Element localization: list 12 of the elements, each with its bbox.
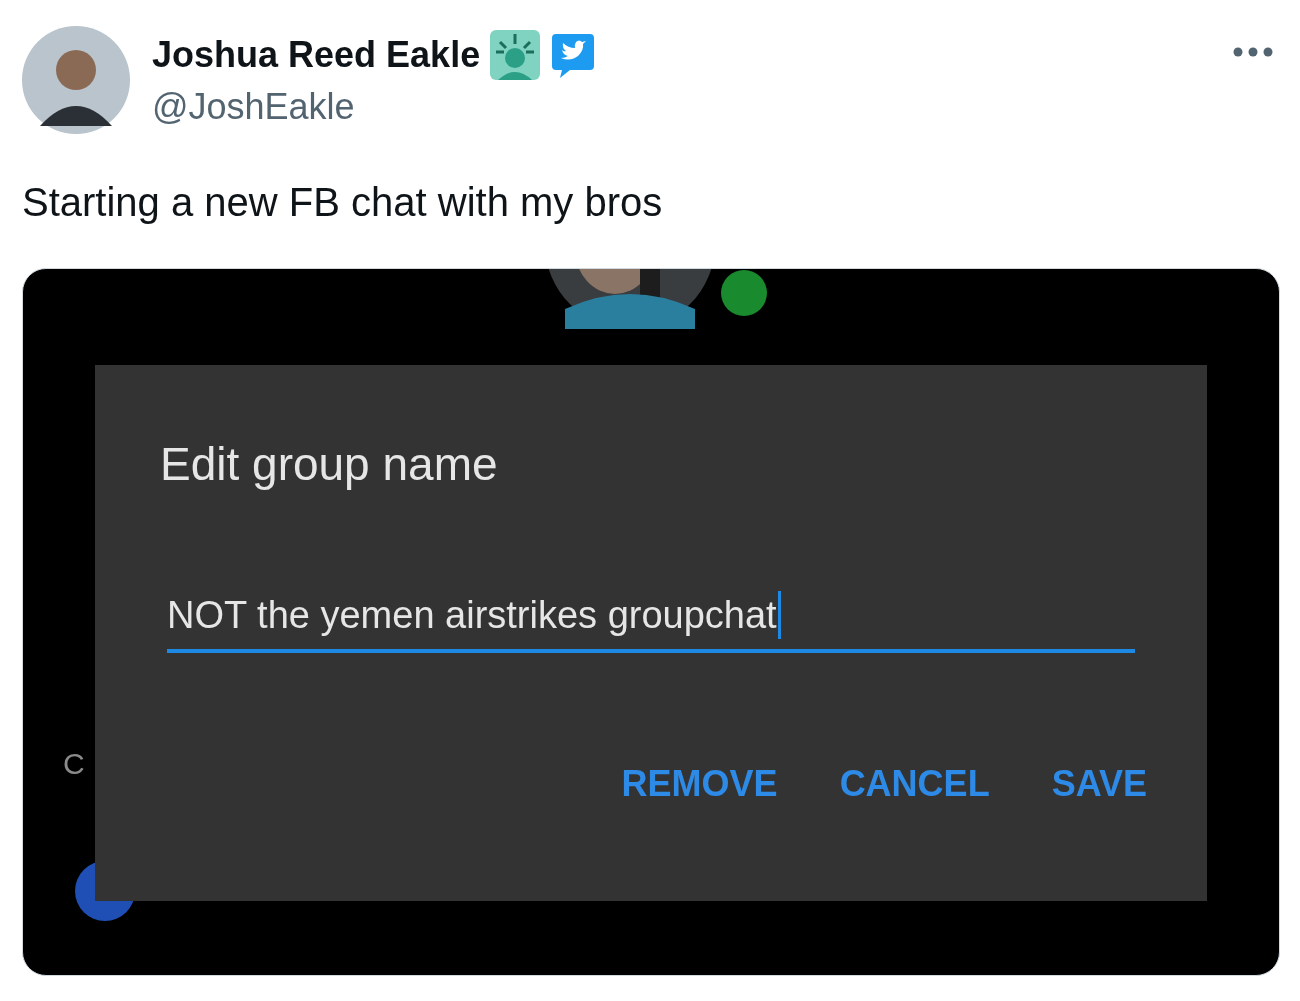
dialog-button[interactable]: SAVE: [1051, 763, 1147, 805]
statue-icon: [490, 30, 541, 80]
dialog-title: Edit group name: [160, 437, 499, 491]
dialog-button[interactable]: CANCEL: [839, 763, 990, 805]
tweet-text: Starting a new FB chat with my bros: [22, 179, 664, 226]
group-name-field[interactable]: NOT the yemen airstrikes groupchat: [167, 591, 1135, 653]
author-name[interactable]: Joshua Reed Eakle: [152, 34, 481, 76]
author-handle[interactable]: @JoshEakle: [152, 86, 1210, 128]
list-label: C: [63, 747, 85, 781]
dialog-button[interactable]: REMOVE: [621, 763, 778, 805]
more-icon[interactable]: [1232, 46, 1274, 58]
avatar[interactable]: [22, 26, 130, 134]
